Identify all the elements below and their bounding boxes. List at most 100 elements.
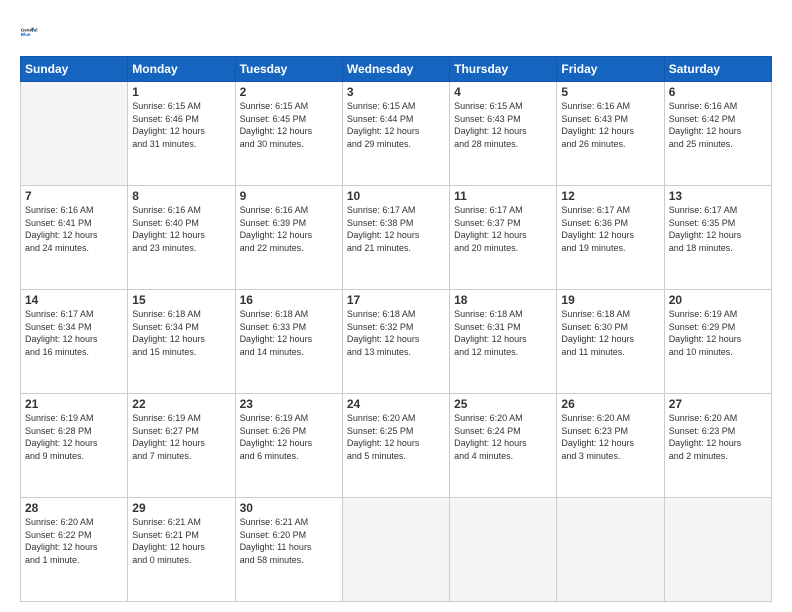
day-info: Sunrise: 6:17 AM Sunset: 6:34 PM Dayligh… bbox=[25, 308, 123, 358]
day-info: Sunrise: 6:20 AM Sunset: 6:24 PM Dayligh… bbox=[454, 412, 552, 462]
calendar-cell: 22Sunrise: 6:19 AM Sunset: 6:27 PM Dayli… bbox=[128, 394, 235, 498]
day-info: Sunrise: 6:17 AM Sunset: 6:36 PM Dayligh… bbox=[561, 204, 659, 254]
day-info: Sunrise: 6:16 AM Sunset: 6:43 PM Dayligh… bbox=[561, 100, 659, 150]
calendar-header-cell: Monday bbox=[128, 57, 235, 82]
calendar-cell: 10Sunrise: 6:17 AM Sunset: 6:38 PM Dayli… bbox=[342, 186, 449, 290]
svg-text:General: General bbox=[21, 27, 38, 32]
calendar-cell bbox=[557, 498, 664, 602]
day-number: 1 bbox=[132, 85, 230, 99]
day-number: 16 bbox=[240, 293, 338, 307]
day-number: 29 bbox=[132, 501, 230, 515]
day-info: Sunrise: 6:19 AM Sunset: 6:28 PM Dayligh… bbox=[25, 412, 123, 462]
day-number: 30 bbox=[240, 501, 338, 515]
calendar-week-row: 28Sunrise: 6:20 AM Sunset: 6:22 PM Dayli… bbox=[21, 498, 772, 602]
day-info: Sunrise: 6:16 AM Sunset: 6:39 PM Dayligh… bbox=[240, 204, 338, 254]
day-number: 2 bbox=[240, 85, 338, 99]
day-info: Sunrise: 6:16 AM Sunset: 6:42 PM Dayligh… bbox=[669, 100, 767, 150]
calendar-cell bbox=[664, 498, 771, 602]
day-number: 19 bbox=[561, 293, 659, 307]
day-number: 4 bbox=[454, 85, 552, 99]
calendar-cell: 24Sunrise: 6:20 AM Sunset: 6:25 PM Dayli… bbox=[342, 394, 449, 498]
day-number: 22 bbox=[132, 397, 230, 411]
day-number: 12 bbox=[561, 189, 659, 203]
day-info: Sunrise: 6:18 AM Sunset: 6:34 PM Dayligh… bbox=[132, 308, 230, 358]
day-number: 13 bbox=[669, 189, 767, 203]
calendar-cell: 12Sunrise: 6:17 AM Sunset: 6:36 PM Dayli… bbox=[557, 186, 664, 290]
calendar-cell: 1Sunrise: 6:15 AM Sunset: 6:46 PM Daylig… bbox=[128, 82, 235, 186]
calendar-cell: 21Sunrise: 6:19 AM Sunset: 6:28 PM Dayli… bbox=[21, 394, 128, 498]
logo: General Blue bbox=[20, 18, 48, 46]
day-info: Sunrise: 6:20 AM Sunset: 6:23 PM Dayligh… bbox=[561, 412, 659, 462]
day-number: 6 bbox=[669, 85, 767, 99]
calendar-cell: 5Sunrise: 6:16 AM Sunset: 6:43 PM Daylig… bbox=[557, 82, 664, 186]
day-info: Sunrise: 6:15 AM Sunset: 6:45 PM Dayligh… bbox=[240, 100, 338, 150]
calendar-week-row: 14Sunrise: 6:17 AM Sunset: 6:34 PM Dayli… bbox=[21, 290, 772, 394]
day-info: Sunrise: 6:20 AM Sunset: 6:23 PM Dayligh… bbox=[669, 412, 767, 462]
day-number: 20 bbox=[669, 293, 767, 307]
day-number: 5 bbox=[561, 85, 659, 99]
calendar-cell: 27Sunrise: 6:20 AM Sunset: 6:23 PM Dayli… bbox=[664, 394, 771, 498]
day-number: 25 bbox=[454, 397, 552, 411]
page: General Blue SundayMondayTuesdayWednesda… bbox=[0, 0, 792, 612]
calendar-cell bbox=[342, 498, 449, 602]
calendar-header-cell: Sunday bbox=[21, 57, 128, 82]
day-number: 17 bbox=[347, 293, 445, 307]
calendar-cell: 23Sunrise: 6:19 AM Sunset: 6:26 PM Dayli… bbox=[235, 394, 342, 498]
calendar-cell: 2Sunrise: 6:15 AM Sunset: 6:45 PM Daylig… bbox=[235, 82, 342, 186]
day-info: Sunrise: 6:18 AM Sunset: 6:32 PM Dayligh… bbox=[347, 308, 445, 358]
day-info: Sunrise: 6:17 AM Sunset: 6:35 PM Dayligh… bbox=[669, 204, 767, 254]
day-number: 24 bbox=[347, 397, 445, 411]
day-number: 10 bbox=[347, 189, 445, 203]
calendar-table: SundayMondayTuesdayWednesdayThursdayFrid… bbox=[20, 56, 772, 602]
calendar-header-cell: Wednesday bbox=[342, 57, 449, 82]
calendar-cell: 15Sunrise: 6:18 AM Sunset: 6:34 PM Dayli… bbox=[128, 290, 235, 394]
day-number: 21 bbox=[25, 397, 123, 411]
day-info: Sunrise: 6:19 AM Sunset: 6:29 PM Dayligh… bbox=[669, 308, 767, 358]
day-number: 14 bbox=[25, 293, 123, 307]
calendar-cell: 6Sunrise: 6:16 AM Sunset: 6:42 PM Daylig… bbox=[664, 82, 771, 186]
day-info: Sunrise: 6:18 AM Sunset: 6:31 PM Dayligh… bbox=[454, 308, 552, 358]
day-number: 28 bbox=[25, 501, 123, 515]
header: General Blue bbox=[20, 18, 772, 46]
calendar-cell: 14Sunrise: 6:17 AM Sunset: 6:34 PM Dayli… bbox=[21, 290, 128, 394]
calendar-cell: 28Sunrise: 6:20 AM Sunset: 6:22 PM Dayli… bbox=[21, 498, 128, 602]
day-number: 3 bbox=[347, 85, 445, 99]
calendar-header-row: SundayMondayTuesdayWednesdayThursdayFrid… bbox=[21, 57, 772, 82]
calendar-cell: 11Sunrise: 6:17 AM Sunset: 6:37 PM Dayli… bbox=[450, 186, 557, 290]
calendar-cell bbox=[450, 498, 557, 602]
day-info: Sunrise: 6:20 AM Sunset: 6:25 PM Dayligh… bbox=[347, 412, 445, 462]
calendar-cell bbox=[21, 82, 128, 186]
day-info: Sunrise: 6:15 AM Sunset: 6:43 PM Dayligh… bbox=[454, 100, 552, 150]
day-info: Sunrise: 6:16 AM Sunset: 6:41 PM Dayligh… bbox=[25, 204, 123, 254]
day-number: 9 bbox=[240, 189, 338, 203]
day-info: Sunrise: 6:17 AM Sunset: 6:37 PM Dayligh… bbox=[454, 204, 552, 254]
calendar-header-cell: Thursday bbox=[450, 57, 557, 82]
day-number: 27 bbox=[669, 397, 767, 411]
day-info: Sunrise: 6:18 AM Sunset: 6:30 PM Dayligh… bbox=[561, 308, 659, 358]
day-number: 26 bbox=[561, 397, 659, 411]
day-info: Sunrise: 6:19 AM Sunset: 6:26 PM Dayligh… bbox=[240, 412, 338, 462]
calendar-cell: 8Sunrise: 6:16 AM Sunset: 6:40 PM Daylig… bbox=[128, 186, 235, 290]
calendar-cell: 18Sunrise: 6:18 AM Sunset: 6:31 PM Dayli… bbox=[450, 290, 557, 394]
calendar-cell: 16Sunrise: 6:18 AM Sunset: 6:33 PM Dayli… bbox=[235, 290, 342, 394]
day-number: 7 bbox=[25, 189, 123, 203]
calendar-header-cell: Friday bbox=[557, 57, 664, 82]
calendar-cell: 25Sunrise: 6:20 AM Sunset: 6:24 PM Dayli… bbox=[450, 394, 557, 498]
day-info: Sunrise: 6:16 AM Sunset: 6:40 PM Dayligh… bbox=[132, 204, 230, 254]
day-number: 11 bbox=[454, 189, 552, 203]
day-info: Sunrise: 6:21 AM Sunset: 6:20 PM Dayligh… bbox=[240, 516, 338, 566]
day-info: Sunrise: 6:20 AM Sunset: 6:22 PM Dayligh… bbox=[25, 516, 123, 566]
day-info: Sunrise: 6:17 AM Sunset: 6:38 PM Dayligh… bbox=[347, 204, 445, 254]
calendar-cell: 20Sunrise: 6:19 AM Sunset: 6:29 PM Dayli… bbox=[664, 290, 771, 394]
day-info: Sunrise: 6:15 AM Sunset: 6:46 PM Dayligh… bbox=[132, 100, 230, 150]
calendar-cell: 9Sunrise: 6:16 AM Sunset: 6:39 PM Daylig… bbox=[235, 186, 342, 290]
calendar-cell: 3Sunrise: 6:15 AM Sunset: 6:44 PM Daylig… bbox=[342, 82, 449, 186]
logo-icon: General Blue bbox=[20, 18, 48, 46]
calendar-week-row: 1Sunrise: 6:15 AM Sunset: 6:46 PM Daylig… bbox=[21, 82, 772, 186]
calendar-header-cell: Tuesday bbox=[235, 57, 342, 82]
calendar-week-row: 21Sunrise: 6:19 AM Sunset: 6:28 PM Dayli… bbox=[21, 394, 772, 498]
day-number: 23 bbox=[240, 397, 338, 411]
calendar-cell: 26Sunrise: 6:20 AM Sunset: 6:23 PM Dayli… bbox=[557, 394, 664, 498]
calendar-cell: 7Sunrise: 6:16 AM Sunset: 6:41 PM Daylig… bbox=[21, 186, 128, 290]
day-info: Sunrise: 6:15 AM Sunset: 6:44 PM Dayligh… bbox=[347, 100, 445, 150]
